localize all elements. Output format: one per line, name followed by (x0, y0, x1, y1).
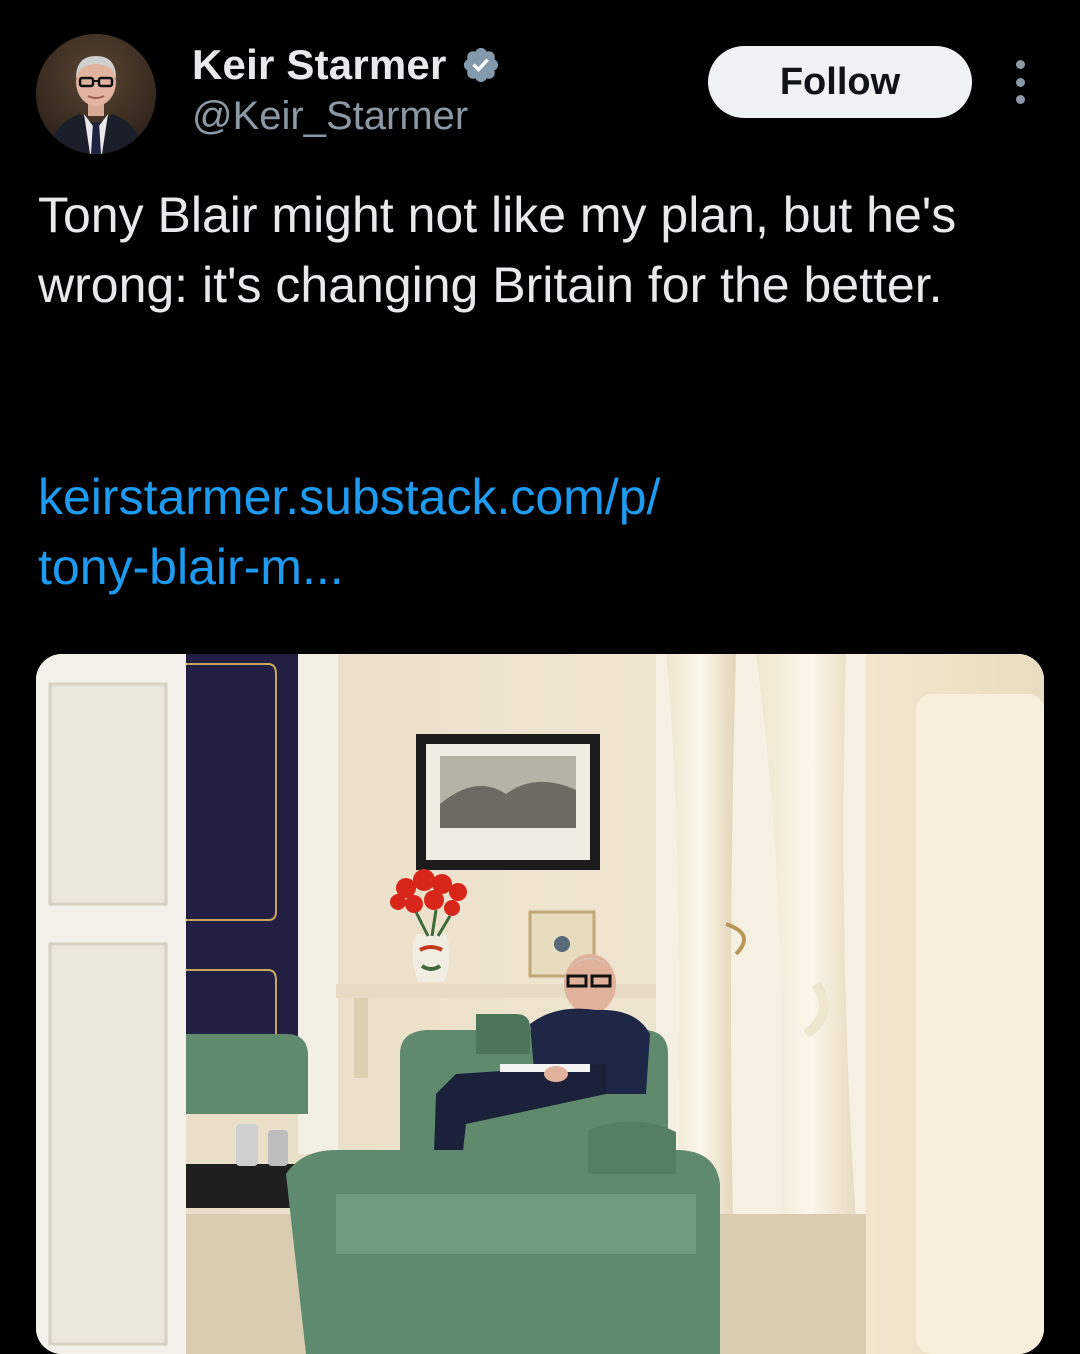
tweet-text: Tony Blair might not like my plan, but h… (38, 187, 957, 313)
tweet-link[interactable]: keirstarmer.substack.com/p/ tony-blair-m… (38, 462, 938, 602)
author-avatar[interactable] (36, 34, 156, 154)
display-name-row[interactable]: Keir Starmer (192, 40, 501, 90)
more-vertical-icon[interactable] (1004, 60, 1036, 104)
tweet-header: Keir Starmer @Keir_Starmer Follow (0, 0, 1080, 160)
tweet-media-photo[interactable] (36, 654, 1044, 1354)
display-name[interactable]: Keir Starmer (192, 41, 447, 89)
follow-button[interactable]: Follow (708, 46, 972, 118)
verified-badge-icon (461, 45, 501, 85)
photo-office-scene (36, 654, 1044, 1354)
avatar-photo (36, 34, 156, 154)
author-handle[interactable]: @Keir_Starmer (192, 94, 468, 139)
more-dot (1015, 95, 1025, 104)
more-dot (1015, 77, 1025, 87)
more-dot (1015, 60, 1025, 69)
tweet-link-line-2[interactable]: tony-blair-m... (38, 532, 938, 602)
tweet-link-line-1[interactable]: keirstarmer.substack.com/p/ (38, 462, 938, 532)
